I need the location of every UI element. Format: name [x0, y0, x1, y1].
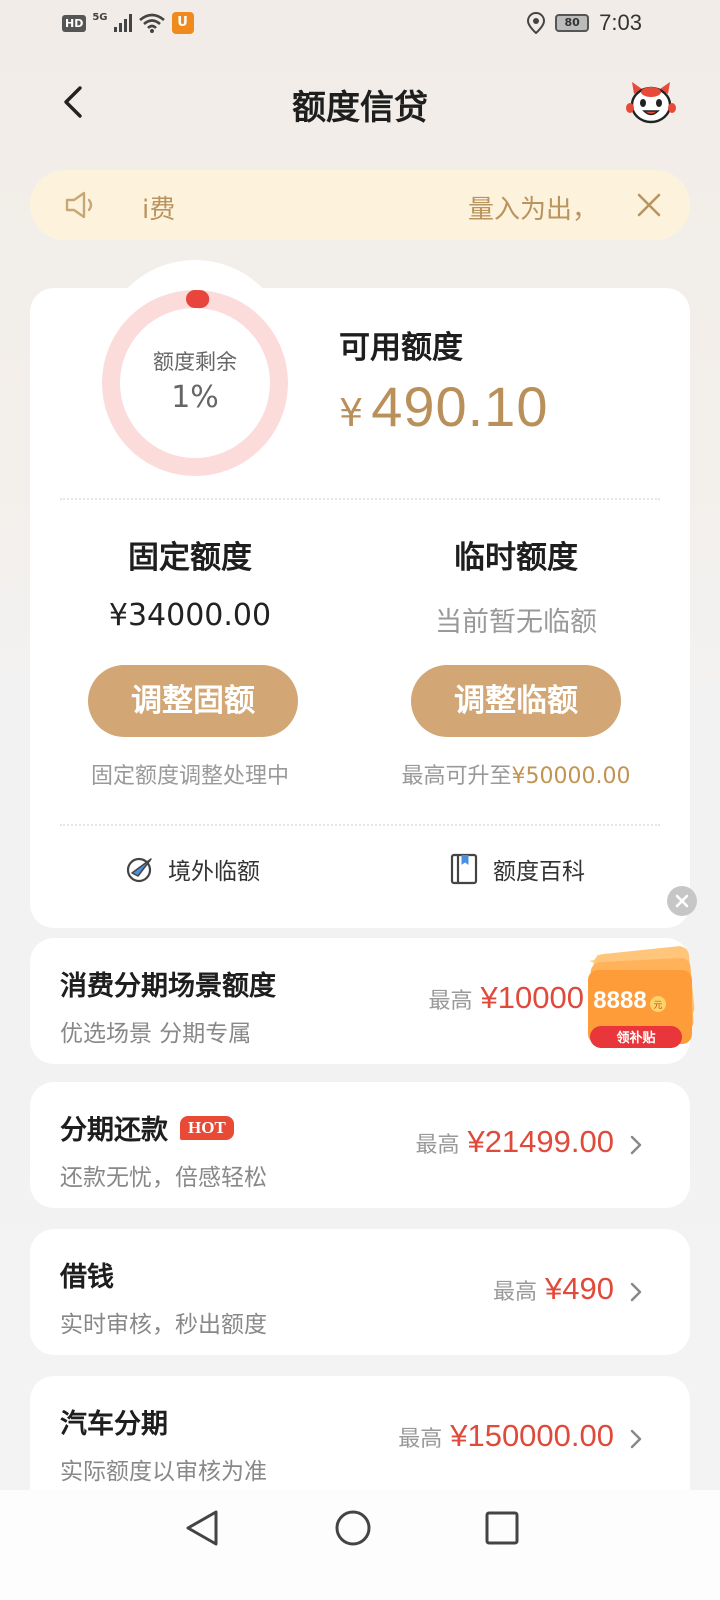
- list-item-title-text: 汽车分期: [60, 1409, 168, 1440]
- notice-banner[interactable]: i费 量入为出，: [30, 170, 690, 240]
- battery-icon: 80: [555, 14, 590, 32]
- list-item-limit: 最高 ¥150000.00: [398, 1418, 614, 1454]
- list-item-limit: 最高 ¥490: [493, 1271, 614, 1307]
- top-bar: 额度信贷: [0, 60, 720, 144]
- close-icon[interactable]: [634, 190, 664, 220]
- ring-label: 额度剩余: [153, 350, 237, 374]
- chevron-right-icon: [630, 1429, 642, 1449]
- available-credit-amount: ¥490.10: [339, 374, 548, 439]
- divider: [60, 824, 660, 826]
- temp-note-prefix: 最高可升至: [401, 764, 512, 789]
- list-item-subtitle: 还款无忧，倍感轻松: [60, 1165, 267, 1191]
- network-type: 5G: [92, 11, 108, 23]
- divider: [60, 498, 660, 500]
- list-item-title: 借钱: [60, 1255, 114, 1294]
- globe-plane-icon: [126, 857, 152, 883]
- notice-text-right: 量入为出，: [467, 195, 598, 225]
- hd-icon: HD: [62, 14, 87, 32]
- available-credit-value: 490.10: [371, 375, 549, 438]
- fixed-quota-note: 固定额度调整处理中: [90, 764, 289, 789]
- mascot-customer-service-icon[interactable]: [626, 80, 676, 126]
- chevron-right-icon: [630, 1282, 642, 1302]
- list-item-borrow[interactable]: 借钱 实时审核，秒出额度 最高 ¥490: [30, 1229, 690, 1355]
- list-item-subtitle: 优选场景 分期专属: [60, 1021, 252, 1047]
- list-item-title-text: 消费分期场景额度: [60, 971, 276, 1002]
- page-title: 额度信贷: [292, 88, 428, 128]
- nav-recents-icon[interactable]: [485, 1511, 519, 1545]
- list-item-limit: 最高 ¥21499.00: [415, 1124, 614, 1160]
- limit-amount: ¥10000: [480, 980, 584, 1015]
- limit-amount: ¥490: [545, 1271, 614, 1306]
- app-notification-icon: U: [171, 12, 194, 34]
- overseas-temp-quota-label: 境外临额: [168, 859, 260, 885]
- temp-quota-title: 临时额度: [454, 540, 578, 576]
- fixed-quota-value: ¥34000.00: [108, 598, 272, 633]
- temp-quota-value: 当前暂无临额: [435, 607, 597, 638]
- promo-label: 领补贴: [616, 1030, 655, 1046]
- status-right: 80 7:03: [527, 10, 642, 36]
- list-item-limit: 最高 ¥10000: [429, 980, 584, 1016]
- list-item-subtitle: 实时审核，秒出额度: [60, 1312, 267, 1338]
- clock: 7:03: [599, 10, 642, 35]
- temp-quota-note: 最高可升至¥50000.00: [356, 758, 676, 790]
- quota-wiki-label: 额度百科: [493, 859, 585, 885]
- promo-amount: 8888: [593, 987, 646, 1014]
- status-left: HD 5G U: [62, 12, 194, 34]
- adjust-temp-button[interactable]: 调整临额: [411, 665, 621, 737]
- hot-badge: HOT: [180, 1115, 234, 1140]
- temp-note-amount: ¥50000.00: [511, 764, 631, 789]
- currency-symbol: ¥: [339, 391, 364, 435]
- subsidy-promo-widget[interactable]: 8888 元 领补贴: [586, 946, 706, 1066]
- adjust-fixed-button[interactable]: 调整固额: [88, 665, 298, 737]
- list-item-title: 分期还款 HOT: [60, 1108, 234, 1147]
- limit-label: 最高: [493, 1280, 538, 1305]
- overseas-temp-quota-link[interactable]: 境外临额: [124, 852, 260, 886]
- location-icon: [527, 12, 546, 34]
- limit-amount: ¥150000.00: [450, 1418, 614, 1453]
- signal-icon: [113, 14, 132, 32]
- limit-label: 最高: [428, 989, 473, 1014]
- nav-back-icon[interactable]: [184, 1508, 220, 1548]
- system-nav-bar: [0, 1490, 720, 1600]
- quota-wiki-link[interactable]: 额度百科: [449, 852, 585, 886]
- nav-home-icon[interactable]: [334, 1509, 372, 1547]
- limit-amount: ¥21499.00: [467, 1124, 614, 1159]
- list-item-installment-repay[interactable]: 分期还款 HOT 还款无忧，倍感轻松 最高 ¥21499.00: [30, 1082, 690, 1208]
- promo-close-icon[interactable]: [667, 886, 697, 916]
- status-bar: HD 5G U 80 7:03: [0, 0, 720, 48]
- available-credit-label: 可用额度: [339, 330, 463, 366]
- speaker-icon: [65, 191, 93, 219]
- ring-percent: 1%: [171, 380, 219, 415]
- chevron-right-icon: [630, 1135, 642, 1155]
- promo-unit: 元: [653, 1001, 662, 1011]
- notice-text-left: i费: [142, 195, 176, 225]
- limit-label: 最高: [398, 1427, 443, 1452]
- list-item-title: 汽车分期: [60, 1402, 168, 1441]
- list-item-title: 消费分期场景额度: [60, 964, 276, 1003]
- list-item-subtitle: 实际额度以审核为准: [60, 1459, 267, 1485]
- fixed-quota-title: 固定额度: [128, 540, 252, 576]
- list-item-title-text: 借钱: [60, 1262, 114, 1293]
- limit-label: 最高: [415, 1133, 460, 1158]
- book-icon: [450, 853, 478, 885]
- wifi-icon: [138, 13, 165, 33]
- list-item-title-text: 分期还款: [60, 1115, 168, 1146]
